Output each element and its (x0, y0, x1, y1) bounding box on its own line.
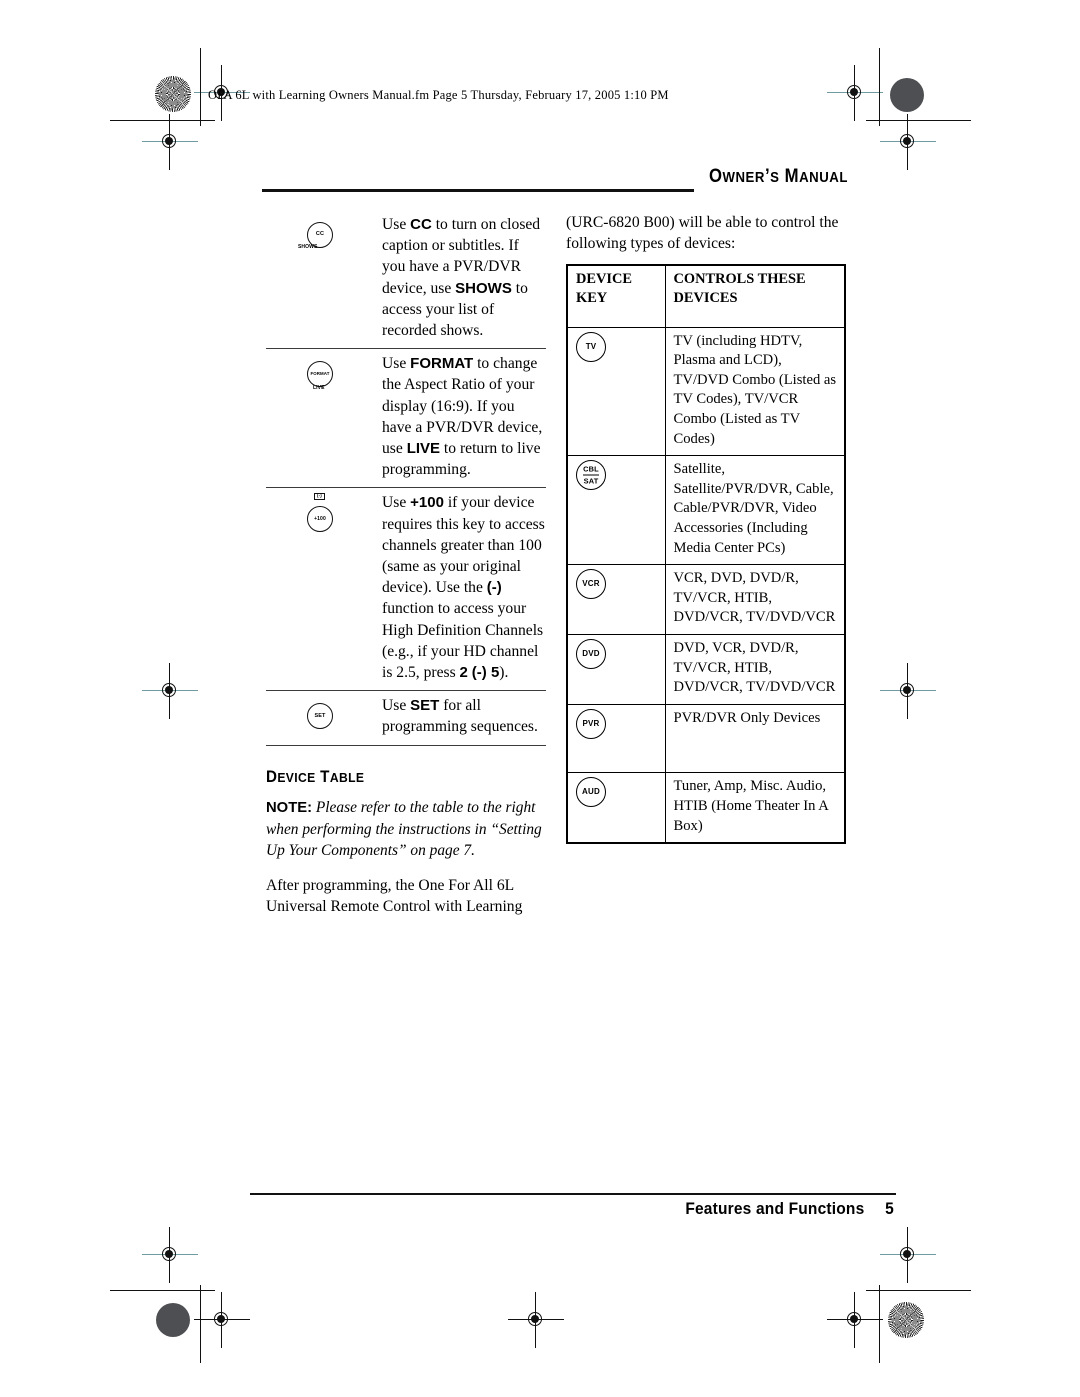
note-paragraph: NOTE: Please refer to the table to the r… (266, 797, 546, 862)
print-control-starburst-bottom-right (888, 1302, 924, 1338)
registration-mark-upper-right (880, 114, 936, 170)
cbl-sat-divider (583, 474, 599, 476)
device-list-cell: VCR, DVD, DVD/R, TV/VCR, HTIB, DVD/VCR, … (664, 564, 846, 635)
crop-line-right-vertical-bottom (879, 1285, 880, 1363)
device-key-cell: AUD (566, 772, 666, 844)
print-control-blob-bottom-left (156, 1303, 190, 1337)
right-column: (URC-6820 B00) will be able to control t… (566, 212, 848, 845)
set-button-icon: SET (307, 703, 341, 737)
plus100-minus-button-icon: (-) +100 (307, 493, 341, 542)
page-footer: Features and Functions 5 (685, 1200, 894, 1219)
key-description-row: SET Use SET for all programming sequence… (266, 691, 546, 746)
table-header-row: DEVICE KEY CONTROLS THESE DEVICES (566, 264, 846, 328)
note-label: NOTE: (266, 799, 313, 816)
key-description-row: (-) +100 Use +100 if your device require… (266, 488, 546, 692)
registration-mark-bottom-center (508, 1292, 564, 1348)
key-icon-cell: (-) +100 (266, 492, 382, 542)
registration-mark-middle-left (142, 663, 198, 719)
crop-line-left-vertical-bottom (200, 1285, 201, 1363)
cbl-label: CBL (583, 464, 599, 474)
registration-mark-lower-right (880, 1227, 936, 1283)
device-list-cell: DVD, VCR, DVD/R, TV/VCR, HTIB, DVD/VCR, … (664, 633, 846, 705)
minus-button-label: (-) (314, 493, 325, 500)
table-row: CBL SAT Satellite, Satellite/PVR/DVR, Ca… (566, 455, 846, 566)
left-column: CC SHOWS Use CC to turn on closed captio… (266, 212, 546, 918)
print-control-starburst-top-left (155, 76, 191, 112)
body-paragraph-continuation: After programming, the One For All 6L Un… (266, 876, 523, 916)
format-live-button-icon: FORMAT LIVE (307, 361, 341, 395)
registration-mark-top-right (827, 65, 883, 121)
shows-button-label: SHOWS (298, 244, 318, 250)
dvd-button-icon: DVD (576, 638, 606, 669)
aud-button-icon: AUD (576, 777, 606, 808)
device-table-body: TV TV (including HDTV, Plasma and LCD), … (566, 326, 846, 844)
running-head-owners-manual: OWNER’S MANUAL (709, 166, 848, 187)
footer-rule (250, 1193, 896, 1196)
table-row: TV TV (including HDTV, Plasma and LCD), … (566, 326, 846, 457)
registration-mark-upper-left (142, 114, 198, 170)
device-key-cell: CBL SAT (566, 455, 666, 566)
footer-page-number: 5 (885, 1200, 894, 1218)
key-description-row: CC SHOWS Use CC to turn on closed captio… (266, 212, 546, 350)
key-icon-cell: CC SHOWS (266, 214, 382, 256)
device-list-cell: Tuner, Amp, Misc. Audio, HTIB (Home Thea… (664, 772, 846, 844)
key-description-text: Use +100 if your device requires this ke… (382, 494, 545, 682)
device-key-cell: PVR (566, 703, 666, 774)
pvr-button-icon: PVR (576, 708, 606, 739)
registration-mark-bottom-left (194, 1292, 250, 1348)
print-control-blob-top-right (890, 78, 924, 112)
table-row: AUD Tuner, Amp, Misc. Audio, HTIB (Home … (566, 772, 846, 844)
footer-section-title: Features and Functions (685, 1200, 865, 1218)
tv-button-icon: TV (576, 331, 606, 362)
key-description-text: Use FORMAT to change the Aspect Ratio of… (382, 355, 543, 479)
registration-mark-lower-left (142, 1227, 198, 1283)
crop-line-right-vertical (879, 48, 880, 126)
table-row: PVR PVR/DVR Only Devices (566, 703, 846, 774)
cc-shows-button-icon: CC SHOWS (298, 222, 341, 256)
aud-button-label: AUD (582, 787, 600, 797)
tv-button-label: TV (585, 341, 597, 351)
crop-line-left-vertical (200, 48, 201, 126)
device-key-cell: VCR (566, 564, 666, 635)
device-table: DEVICE KEY CONTROLS THESE DEVICES TV TV … (566, 263, 846, 845)
vcr-button-label: VCR (582, 579, 600, 589)
live-button-label: LIVE (313, 385, 325, 392)
vcr-button-icon: VCR (576, 569, 606, 600)
table-header-device-key: DEVICE KEY (566, 264, 666, 328)
header-rule (262, 189, 694, 192)
device-key-cell: TV (566, 326, 666, 457)
crop-line-top-right-horizontal (866, 120, 971, 121)
set-button-circle: SET (307, 703, 333, 730)
crop-line-bottom-right-horizontal (866, 1290, 971, 1291)
key-description-text: Use CC to turn on closed caption or subt… (382, 216, 541, 340)
device-list-cell: Satellite, Satellite/PVR/DVR, Cable, Cab… (664, 455, 846, 566)
registration-mark-middle-right (880, 663, 936, 719)
pvr-button-label: PVR (582, 718, 600, 728)
key-icon-cell: SET (266, 695, 382, 737)
key-description-row: FORMAT LIVE Use FORMAT to change the Asp… (266, 349, 546, 489)
device-list-cell: PVR/DVR Only Devices (664, 703, 846, 774)
device-list-cell: TV (including HDTV, Plasma and LCD), TV/… (664, 326, 846, 457)
device-key-cell: DVD (566, 633, 666, 705)
key-icon-cell: FORMAT LIVE (266, 353, 382, 395)
table-header-controls-these-devices: CONTROLS THESE DEVICES (664, 264, 846, 328)
key-description-text: Use SET for all programming sequences. (382, 697, 538, 736)
cbl-sat-button-icon: CBL SAT (576, 460, 606, 491)
format-button-circle: FORMAT (307, 361, 333, 388)
intro-paragraph: (URC-6820 B00) will be able to control t… (566, 214, 839, 253)
source-filename-header: OFA 6L with Learning Owners Manual.fm Pa… (208, 88, 669, 102)
dvd-button-label: DVD (582, 648, 600, 658)
table-row: VCR VCR, DVD, DVD/R, TV/VCR, HTIB, DVD/V… (566, 564, 846, 635)
table-row: DVD DVD, VCR, DVD/R, TV/VCR, HTIB, DVD/V… (566, 633, 846, 705)
plus100-button-circle: +100 (307, 506, 333, 533)
registration-mark-bottom-right (827, 1292, 883, 1348)
section-heading-device-table: DEVICE TABLE (266, 767, 365, 786)
cbl-sat-button-label: CBL SAT (577, 465, 605, 486)
sat-label: SAT (583, 476, 599, 486)
